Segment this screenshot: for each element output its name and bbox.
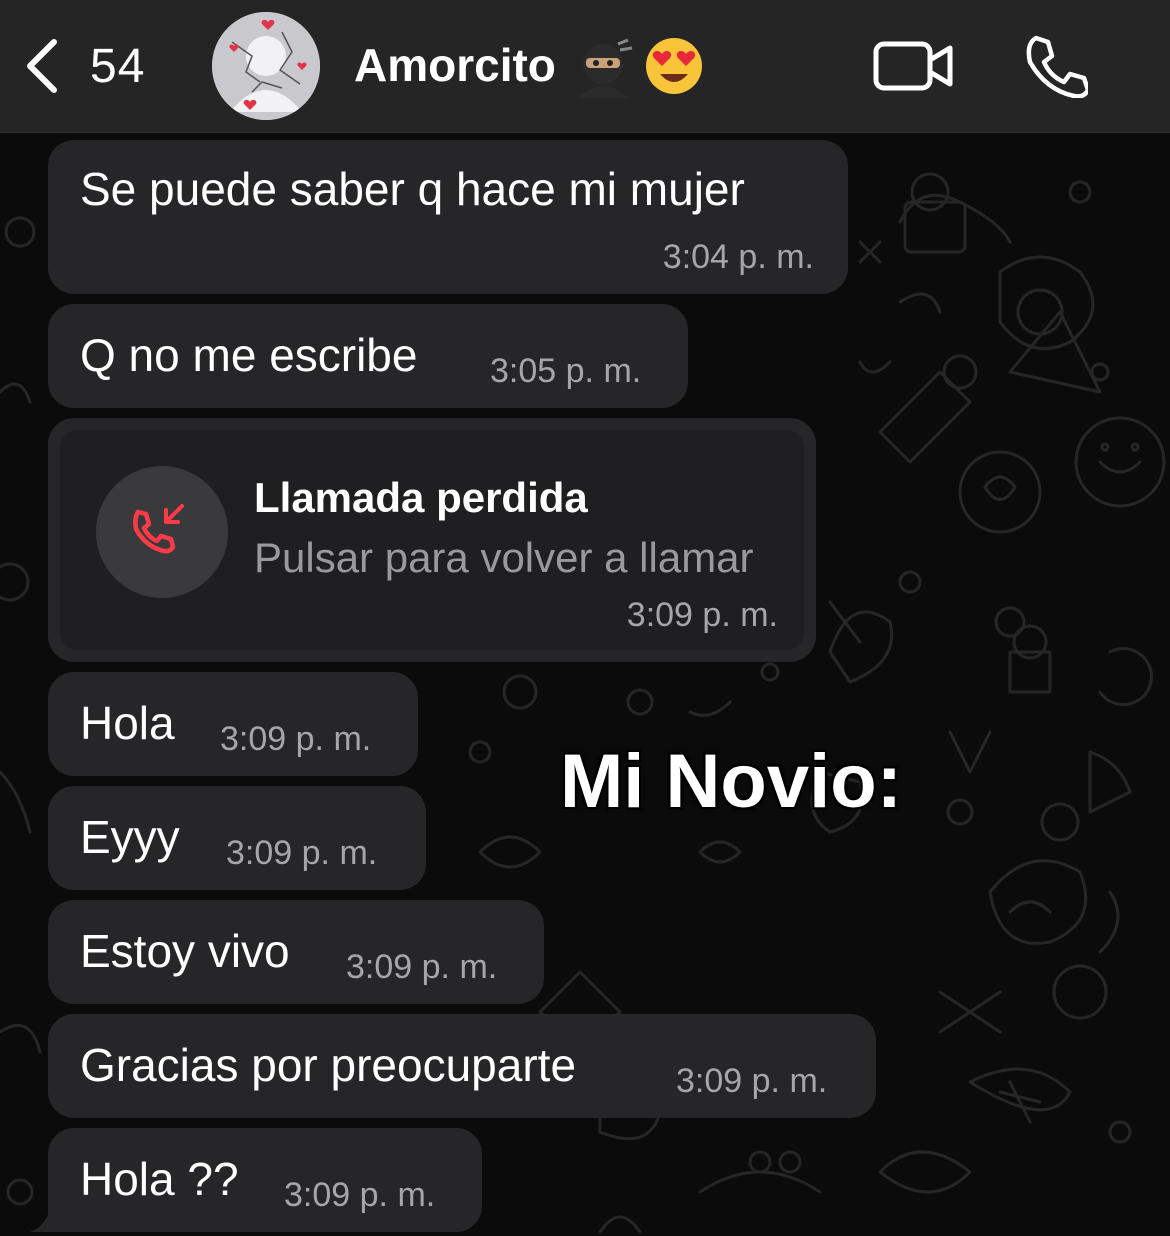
contact-name[interactable]: Amorcito — [354, 38, 556, 92]
phone-call-button[interactable] — [1022, 32, 1088, 98]
missed-call-icon-container — [96, 466, 228, 598]
message-timestamp: 3:09 p. m. — [346, 948, 498, 986]
message-timestamp: 3:09 p. m. — [676, 1062, 828, 1100]
message-timestamp: 3:09 p. m. — [284, 1176, 436, 1214]
message-timestamp: 3:09 p. m. — [226, 834, 378, 872]
message-timestamp: 3:09 p. m. — [626, 596, 778, 634]
back-button[interactable]: 54 — [22, 34, 162, 98]
message-bubble[interactable]: Eyyy 3:09 p. m. — [48, 786, 426, 890]
ninja-emoji-icon — [578, 38, 633, 98]
chat-screen: 54 Amorcito Se puede saber q hace mi muj… — [0, 0, 1170, 1236]
message-text: Eyyy — [80, 811, 180, 863]
unread-count: 54 — [90, 39, 146, 93]
bubble-tail — [30, 1200, 68, 1232]
message-text: Q no me escribe — [80, 329, 418, 381]
message-bubble[interactable]: Hola 3:09 p. m. — [48, 672, 418, 776]
message-text: Gracias por preocuparte — [80, 1039, 577, 1091]
missed-call-bubble[interactable]: Llamada perdida Pulsar para volver a lla… — [48, 418, 816, 662]
missed-call-card[interactable]: Llamada perdida Pulsar para volver a lla… — [60, 430, 804, 650]
heart-eyes-emoji-icon — [646, 38, 702, 94]
message-bubble[interactable]: Estoy vivo 3:09 p. m. — [48, 900, 544, 1004]
message-bubble[interactable]: Hola ?? 3:09 p. m. — [48, 1128, 482, 1232]
message-text: Hola ?? — [80, 1153, 239, 1205]
message-text: Se puede saber q hace mi mujer — [80, 163, 745, 215]
avatar[interactable] — [212, 12, 320, 120]
missed-call-icon — [133, 504, 184, 554]
message-bubble[interactable]: Q no me escribe 3:05 p. m. — [48, 304, 688, 408]
default-avatar-icon — [212, 12, 320, 120]
message-bubble[interactable]: Se puede saber q hace mi mujer 3:04 p. m… — [48, 140, 848, 294]
message-timestamp: 3:09 p. m. — [220, 720, 372, 758]
video-call-button[interactable] — [872, 38, 954, 94]
overlay-caption: Mi Novio: — [560, 739, 902, 824]
message-timestamp: 3:04 p. m. — [662, 238, 814, 276]
missed-call-title: Llamada perdida — [254, 474, 588, 521]
message-timestamp: 3:05 p. m. — [490, 352, 642, 390]
missed-call-subtitle: Pulsar para volver a llamar — [254, 534, 754, 581]
message-bubble[interactable]: Gracias por preocuparte 3:09 p. m. — [48, 1014, 876, 1118]
chat-header: 54 Amorcito — [0, 0, 1170, 133]
message-text: Hola — [80, 697, 175, 749]
chevron-left-icon — [27, 39, 57, 93]
message-text: Estoy vivo — [80, 925, 290, 977]
